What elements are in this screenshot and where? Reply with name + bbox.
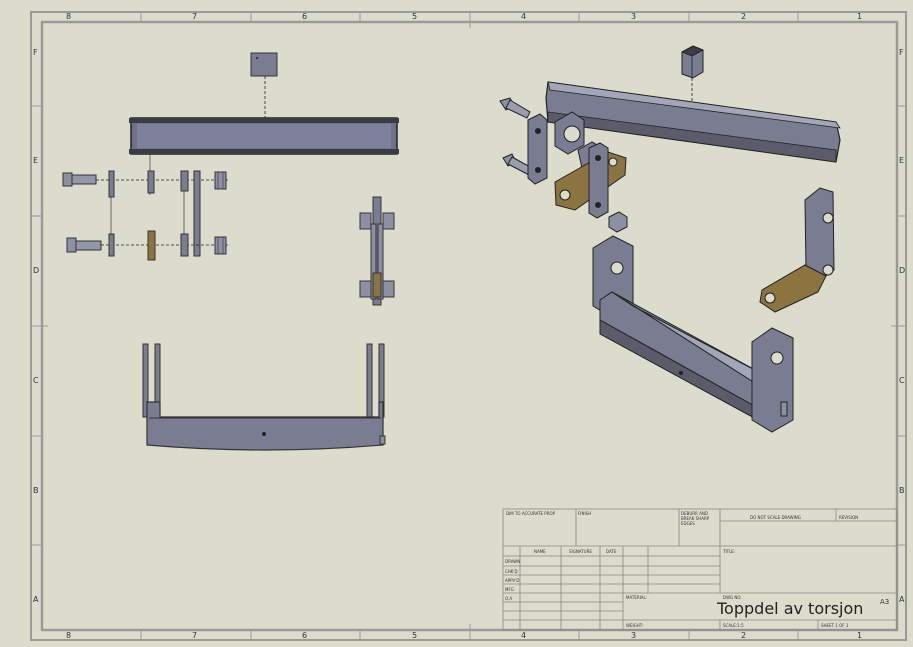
row-qa: Q.A xyxy=(505,596,513,601)
col-signature: SIGNATURE xyxy=(569,549,592,554)
zone-top-8: 8 xyxy=(66,12,72,21)
zone-right-C: C xyxy=(899,376,905,385)
zone-left-A: A xyxy=(33,595,39,604)
zone-right-A: A xyxy=(899,595,905,604)
zone-top-1: 1 xyxy=(857,12,863,21)
drawing-title: Toppdel av torsjon xyxy=(717,599,864,618)
do-not-scale-note: DO NOT SCALE DRAWING xyxy=(750,515,801,520)
unless-note: DIM TO ACCURATE PROP xyxy=(506,511,556,516)
zone-left-B: B xyxy=(33,486,39,495)
scale-label: SCALE:1:5 xyxy=(723,623,744,628)
zone-left-F: F xyxy=(33,48,38,57)
zone-top-7: 7 xyxy=(192,12,198,21)
zone-left-C: C xyxy=(33,376,39,385)
bolt-row-2 xyxy=(66,230,228,261)
zone-right-E: E xyxy=(899,156,905,165)
title-label: TITLE: xyxy=(723,549,736,554)
row-mfg: MFG xyxy=(505,587,514,592)
row-drawn: DRAWN xyxy=(505,559,521,564)
material-label: MATERIAL: xyxy=(626,595,648,600)
col-name: NAME xyxy=(534,549,546,554)
zone-top-3: 3 xyxy=(631,12,637,21)
row-appvd: APPV'D xyxy=(505,578,520,583)
zone-bottom-5: 5 xyxy=(412,631,418,640)
revision-label: REVISION xyxy=(839,515,859,520)
zone-bottom-8: 8 xyxy=(66,631,72,640)
zone-right-D: D xyxy=(899,266,906,275)
zone-top-6: 6 xyxy=(302,12,308,21)
zone-bottom-7: 7 xyxy=(192,631,198,640)
view-block xyxy=(250,52,278,77)
zone-right-F: F xyxy=(899,48,904,57)
col-date: DATE xyxy=(606,549,617,554)
deburr-note: DEBURR AND BREAK SHARP EDGES xyxy=(681,511,710,526)
drawing-sheet xyxy=(30,11,907,641)
zone-bottom-6: 6 xyxy=(302,631,308,640)
zone-top-2: 2 xyxy=(741,12,747,21)
zone-left-D: D xyxy=(33,266,40,275)
finish-label: FINISH xyxy=(578,511,592,516)
zone-bottom-2: 2 xyxy=(741,631,747,640)
sheet-label: SHEET 1 OF 1 xyxy=(821,623,849,628)
zone-right-B: B xyxy=(899,486,905,495)
isometric-view xyxy=(499,45,841,433)
zone-bottom-3: 3 xyxy=(631,631,637,640)
weight-label: WEIGHT: xyxy=(626,623,644,628)
zone-bottom-1: 1 xyxy=(857,631,863,640)
front-view xyxy=(142,343,386,451)
side-view xyxy=(359,196,395,306)
zone-top-4: 4 xyxy=(521,12,527,21)
top-view xyxy=(62,52,399,261)
row-chkd: CHK'D xyxy=(505,569,518,574)
sheet-size: A3 xyxy=(880,598,890,606)
zone-top-5: 5 xyxy=(412,12,418,21)
zone-bottom-4: 4 xyxy=(521,631,527,640)
zone-left-E: E xyxy=(33,156,39,165)
